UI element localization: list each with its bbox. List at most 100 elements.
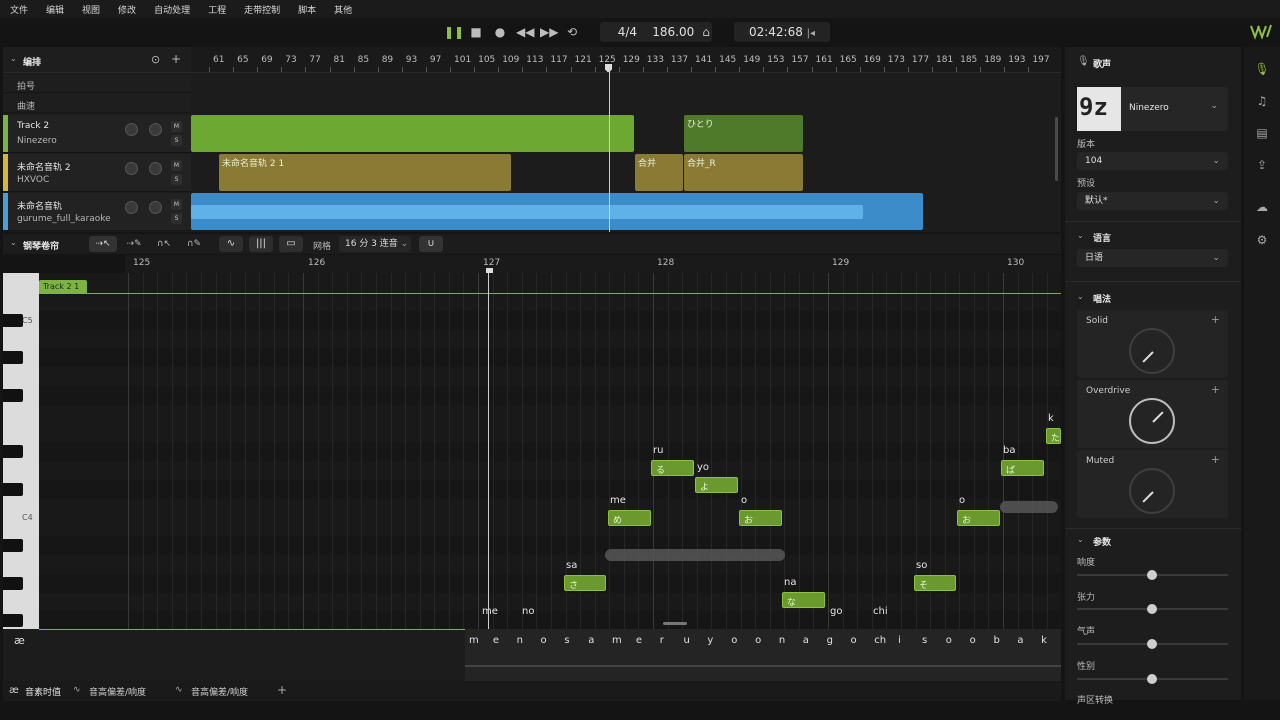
preset-select[interactable]: 默认* ⌄ <box>1077 192 1228 210</box>
mute-button-2[interactable]: M <box>171 160 182 171</box>
menu-auto[interactable]: 自动处理 <box>154 3 190 16</box>
note-block[interactable]: お <box>957 510 1000 526</box>
menu-edit[interactable]: 编辑 <box>46 3 64 16</box>
note-block[interactable]: る <box>651 460 694 476</box>
music-note-icon[interactable]: ♫ <box>1254 93 1270 109</box>
clip-mimei[interactable]: 未命名音轨 2 1 <box>219 154 511 191</box>
note-lyric[interactable]: k <box>1048 413 1054 424</box>
record-icon[interactable]: ● <box>492 24 508 40</box>
note-lyric[interactable]: no <box>522 606 534 617</box>
menu-modify[interactable]: 修改 <box>118 3 136 16</box>
collapse-icon[interactable]: ⌄ <box>1077 535 1084 544</box>
phoneme-label[interactable]: o <box>850 635 856 646</box>
tension-slider[interactable] <box>1077 604 1228 614</box>
collapse-icon[interactable]: ⌄ <box>10 54 17 63</box>
note-lyric[interactable]: o <box>741 495 747 506</box>
breath-slider[interactable] <box>1077 639 1228 649</box>
phoneme-label[interactable]: k <box>1041 635 1047 646</box>
rewind-icon[interactable]: ◀◀ <box>516 24 534 40</box>
slider-handle[interactable] <box>1147 604 1157 614</box>
volume-knob-1[interactable] <box>125 123 138 136</box>
note-lyric[interactable]: me <box>482 606 498 617</box>
black-key[interactable] <box>3 445 23 459</box>
playhead-arrange[interactable] <box>609 67 610 232</box>
phoneme-label[interactable]: o <box>731 635 737 646</box>
note-block[interactable]: た <box>1046 428 1061 444</box>
grid-select[interactable]: 16 分 3 连音 ⌄ <box>339 236 411 252</box>
tab-pitch-loudness-1[interactable]: 音高偏差/响度 <box>89 685 146 698</box>
note-lyric[interactable]: chi <box>873 606 888 617</box>
pitch-curve-icon[interactable]: ∿ <box>219 236 243 252</box>
clip-hitori[interactable]: ひとり <box>684 115 803 152</box>
note-tool-icon[interactable]: ⇢✎ <box>121 236 147 252</box>
metronome-icon[interactable]: ⌂ <box>698 24 714 40</box>
note-block[interactable]: さ <box>564 575 606 591</box>
volume-knob-3[interactable] <box>125 201 138 214</box>
phoneme-label[interactable]: o <box>970 635 976 646</box>
menu-script[interactable]: 脚本 <box>298 3 316 16</box>
gear-icon[interactable]: ⚙ <box>1254 232 1270 248</box>
volume-knob-2[interactable] <box>125 162 138 175</box>
note-block[interactable]: め <box>608 510 651 526</box>
clip-track2-main[interactable] <box>191 115 634 152</box>
loop-icon[interactable]: ⟲ <box>564 24 580 40</box>
phoneme-label[interactable]: i <box>898 635 901 646</box>
tab-pitch-loudness-2[interactable]: 音高偏差/响度 <box>191 685 248 698</box>
note-block[interactable]: な <box>782 592 825 608</box>
phoneme-label[interactable]: m <box>612 635 622 646</box>
black-key[interactable] <box>3 313 23 327</box>
solo-button-2[interactable]: S <box>171 174 182 185</box>
piano-keyboard[interactable]: C5 C4 <box>3 273 39 629</box>
collapse-icon[interactable]: ⌄ <box>10 238 17 247</box>
slider-handle[interactable] <box>1147 570 1157 580</box>
forward-icon[interactable]: ▶▶ <box>540 24 558 40</box>
piano-roll-ruler[interactable]: 125 126 127 128 129 130 <box>125 255 1061 277</box>
muted-dial[interactable] <box>1129 468 1175 514</box>
phoneme-label[interactable]: u <box>684 635 690 646</box>
menu-other[interactable]: 其他 <box>334 3 352 16</box>
tab-phoneme-duration[interactable]: 音素时值 <box>25 685 61 698</box>
waveform-icon[interactable]: ||| <box>249 236 273 252</box>
track-header-3[interactable]: 未命名音轨 gurume_full_karaoke M S <box>3 193 191 231</box>
phoneme-label[interactable]: o <box>541 635 547 646</box>
export-icon[interactable]: ⇪ <box>1254 157 1270 173</box>
track-name-2[interactable]: 未命名音轨 2 <box>17 160 71 173</box>
track-name-3[interactable]: 未命名音轨 <box>17 199 62 212</box>
note-lyric[interactable]: so <box>916 560 927 571</box>
black-key[interactable] <box>3 351 23 365</box>
piano-roll-grid[interactable]: C5 C4 Track 2 1 me no sa さ me め ru る yo よ o お na な go c… <box>3 273 1061 629</box>
phoneme-label[interactable]: e <box>493 635 499 646</box>
clip-gappei-r[interactable]: 合并_R <box>684 154 803 191</box>
gender-slider[interactable] <box>1077 674 1228 684</box>
phoneme-label[interactable]: s <box>564 635 569 646</box>
zoom-icon[interactable]: ⊙ <box>151 53 160 66</box>
panel-icon[interactable]: ▭ <box>279 236 303 252</box>
arrange-ruler[interactable]: 61 65 69 73 77 81 85 89 93 97 101 105 109 113 117 121 12… <box>191 47 1061 73</box>
menu-view[interactable]: 视图 <box>82 3 100 16</box>
add-track-icon[interactable]: + <box>171 52 181 66</box>
track-header-2[interactable]: 未命名音轨 2 HXVOC M S <box>3 154 191 192</box>
add-icon[interactable]: + <box>1211 313 1220 326</box>
tempo-value[interactable]: 186.00 <box>652 25 694 39</box>
phoneme-label[interactable]: a <box>588 635 594 646</box>
note-block[interactable]: よ <box>695 477 738 493</box>
note-lyric[interactable]: ru <box>653 445 663 456</box>
phoneme-track[interactable]: m e n o s a m e r u y o o n a g o ch i s o o b a k <box>465 629 1061 681</box>
note-lyric[interactable]: me <box>610 495 626 506</box>
mute-button-3[interactable]: M <box>171 199 182 210</box>
note-lyric[interactable]: yo <box>697 462 709 473</box>
cloud-icon[interactable]: ☁ <box>1254 199 1270 215</box>
note-lyric[interactable]: go <box>830 606 842 617</box>
solid-dial[interactable] <box>1129 328 1175 374</box>
phoneme-label[interactable]: n <box>779 635 785 646</box>
phoneme-label[interactable]: b <box>993 635 999 646</box>
language-select[interactable]: 日语 ⌄ <box>1077 249 1228 267</box>
note-block[interactable]: そ <box>914 575 956 591</box>
jump-start-icon[interactable]: |◂ <box>807 28 815 39</box>
version-select[interactable]: 104 ⌄ <box>1077 152 1228 170</box>
track-name-1[interactable]: Track 2 <box>17 121 49 131</box>
stop-icon[interactable]: ■ <box>468 24 484 40</box>
phoneme-label[interactable]: s <box>922 635 927 646</box>
black-key[interactable] <box>3 539 23 553</box>
phoneme-label[interactable]: e <box>636 635 642 646</box>
